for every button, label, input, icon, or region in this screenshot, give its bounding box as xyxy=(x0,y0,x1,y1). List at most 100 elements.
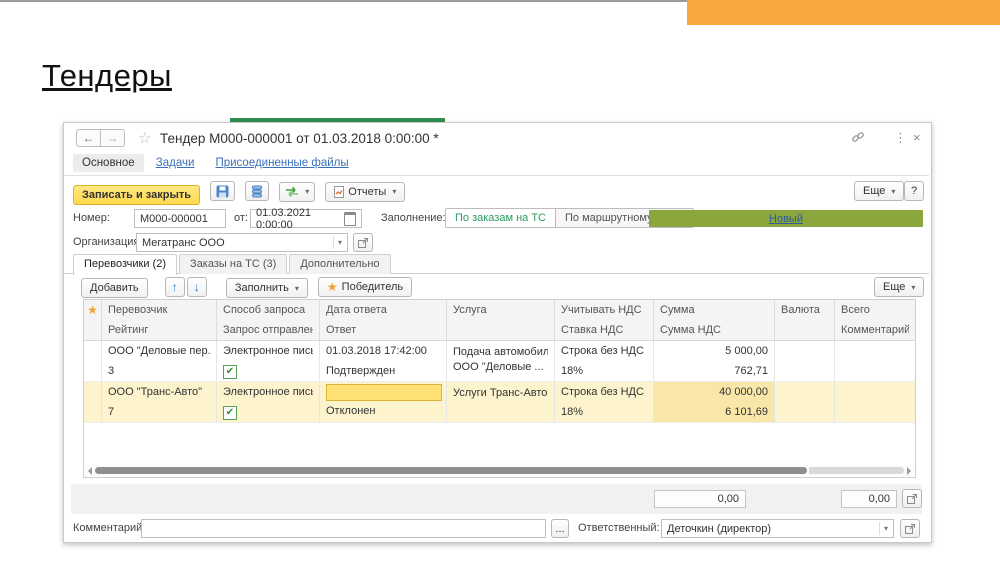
grid-selected-cell[interactable] xyxy=(326,384,442,401)
carrier-cell: ООО "Деловые пер... xyxy=(108,341,210,361)
date-field[interactable]: 01.03.2021 0:00:00 xyxy=(250,209,362,228)
checkbox-checked-icon[interactable]: ✔ xyxy=(223,365,237,379)
responsible-field[interactable]: Деточкин (директор)▾ xyxy=(661,519,894,538)
totals-bar: 0,00 0,00 xyxy=(71,484,922,514)
nav-tabs: Основное Задачи Присоединенные файлы xyxy=(64,154,929,176)
totals-open-button[interactable] xyxy=(902,489,922,508)
forward-button[interactable]: → xyxy=(100,129,125,147)
checkbox-checked-icon[interactable]: ✔ xyxy=(223,406,237,420)
organization-label: Организация: xyxy=(73,233,142,252)
tab-additional[interactable]: Дополнительно xyxy=(289,254,390,274)
request-method-cell: Электронное письмо xyxy=(223,341,313,361)
calendar-icon[interactable] xyxy=(344,212,356,226)
move-up-button[interactable]: ↑ xyxy=(165,277,185,297)
vat-rate-cell: 18% xyxy=(561,361,647,381)
responsible-label: Ответственный: xyxy=(578,519,660,538)
total-vat-field[interactable]: 0,00 xyxy=(841,490,897,508)
amount-cell: 40 000,00 xyxy=(660,382,768,402)
dropdown-icon[interactable]: ▾ xyxy=(333,236,342,249)
tender-window: ←→ ☆ Тендер М000-000001 от 01.03.2018 0:… xyxy=(63,122,932,543)
organization-open-button[interactable] xyxy=(353,233,373,252)
more-button[interactable]: Еще▾ xyxy=(854,181,904,201)
table-row-selected[interactable]: ООО "Транс-Авто"7 Электронное письмо✔ От… xyxy=(84,382,915,423)
add-row-button[interactable]: Добавить xyxy=(81,278,148,298)
tab-attached-files[interactable]: Присоединенные файлы xyxy=(206,154,357,172)
reports-button[interactable]: Отчеты▾ xyxy=(325,182,405,202)
dropdown-icon: ▾ xyxy=(305,187,309,196)
table-row[interactable]: ООО "Деловые пер...3 Электронное письмо ✔… xyxy=(84,341,915,382)
link-icon[interactable] xyxy=(851,130,865,147)
carrier-cell: ООО "Транс-Авто" xyxy=(108,382,210,402)
vat-amount-cell: 762,71 xyxy=(660,361,768,381)
vat-mode-cell: Строка без НДС xyxy=(561,382,647,402)
save-close-button[interactable]: Записать и закрыть xyxy=(73,185,200,205)
status-bar: Новый xyxy=(649,210,923,227)
tab-carriers[interactable]: Перевозчики (2) xyxy=(73,254,177,275)
register-icon xyxy=(251,185,263,198)
status-new-link[interactable]: Новый xyxy=(769,213,803,225)
open-link-icon xyxy=(357,237,369,249)
move-down-button[interactable]: ↓ xyxy=(187,277,207,297)
vat-mode-cell: Строка без НДС xyxy=(561,341,647,361)
close-icon[interactable]: × xyxy=(913,130,921,145)
scroll-left-arrow[interactable] xyxy=(88,467,92,475)
total-amount-field[interactable]: 0,00 xyxy=(654,490,746,508)
currency-cell xyxy=(781,341,828,361)
amount-cell: 5 000,00 xyxy=(660,341,768,361)
answer-date-cell: 01.03.2018 17:42:00 xyxy=(326,341,440,361)
posting-arrows-icon xyxy=(285,186,299,198)
vat-rate-cell: 18% xyxy=(561,402,647,422)
report-icon xyxy=(334,186,344,198)
winner-star-column-icon: ★ xyxy=(87,303,98,317)
posting-structure-button[interactable]: ▾ xyxy=(279,182,315,202)
back-button[interactable]: ← xyxy=(76,129,101,147)
column-header: Услуга xyxy=(447,300,555,340)
comment-label: Комментарий: xyxy=(73,519,145,538)
window-title: Тендер М000-000001 от 01.03.2018 0:00:00… xyxy=(160,131,439,146)
rating-cell: 3 xyxy=(108,361,210,381)
back-icon: ← xyxy=(83,131,95,145)
dropdown-icon[interactable]: ▾ xyxy=(879,522,888,535)
fill-by-orders-button[interactable]: По заказам на ТС xyxy=(446,209,556,227)
organization-field[interactable]: Мегатранс ООО▾ xyxy=(136,233,348,252)
horizontal-scrollbar[interactable] xyxy=(85,465,914,476)
total-cell xyxy=(841,382,909,402)
scroll-right-arrow[interactable] xyxy=(907,467,911,475)
total-cell xyxy=(841,341,909,361)
menu-dots-icon[interactable]: ⋮ xyxy=(894,130,907,146)
column-header: Способ запросаЗапрос отправлен xyxy=(217,300,320,340)
history-nav: ←→ xyxy=(76,129,125,147)
scrollbar-track[interactable] xyxy=(95,467,904,474)
save-button[interactable] xyxy=(210,181,235,201)
register-records-button[interactable] xyxy=(245,181,269,201)
dropdown-icon: ▾ xyxy=(392,187,396,196)
forward-icon: → xyxy=(107,131,119,145)
comment-field[interactable] xyxy=(141,519,546,538)
number-field[interactable]: М000-000001 xyxy=(134,209,226,228)
diskette-icon xyxy=(216,185,229,198)
open-link-icon xyxy=(906,493,918,505)
tab-tasks[interactable]: Задачи xyxy=(147,154,204,172)
fill-button[interactable]: Заполнить▾ xyxy=(226,278,308,298)
comment-more-button[interactable]: ... xyxy=(551,519,569,538)
scrollbar-thumb[interactable] xyxy=(95,467,807,474)
help-button[interactable]: ? xyxy=(904,181,924,201)
service-cell: Услуги Транс-Авто xyxy=(453,382,548,402)
winner-button[interactable]: ★Победитель xyxy=(318,277,412,297)
comment-cell xyxy=(841,361,909,381)
date-label: от: xyxy=(234,209,248,228)
vat-amount-cell: 6 101,69 xyxy=(660,402,768,422)
grid-toolbar: Добавить ↑ ↓ Заполнить▾ ★Победитель xyxy=(81,277,412,298)
down-arrow-icon: ↓ xyxy=(194,280,200,294)
rating-cell: 7 xyxy=(108,402,210,422)
grid-more-button[interactable]: Еще▾ xyxy=(874,277,924,297)
open-link-icon xyxy=(904,523,916,535)
tab-main[interactable]: Основное xyxy=(73,154,144,172)
tab-vehicle-orders[interactable]: Заказы на ТС (3) xyxy=(179,254,287,274)
responsible-open-button[interactable] xyxy=(900,519,920,538)
command-bar: Записать и закрыть ▾ Отчеты▾ xyxy=(73,181,405,205)
page-tabs: Перевозчики (2) Заказы на ТС (3) Дополни… xyxy=(64,254,929,274)
column-header: Дата ответаОтвет xyxy=(320,300,447,340)
favorite-star-icon[interactable]: ☆ xyxy=(138,129,151,147)
slide: Тендеры ←→ ☆ Тендер М000-000001 от 01.03… xyxy=(0,0,1000,561)
